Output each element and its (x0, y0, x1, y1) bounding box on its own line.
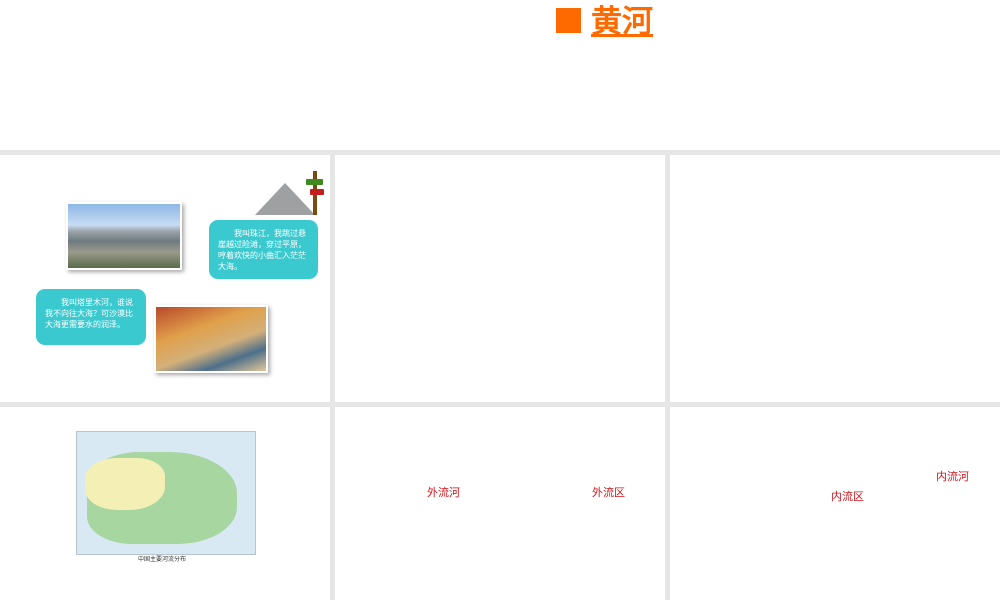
road-icon (255, 183, 315, 215)
slide-thumbnail-5[interactable]: 外流河 外流区 (335, 407, 665, 600)
pearl-river-photo (66, 202, 182, 270)
inland-river-label: 内流河 (936, 470, 969, 483)
slide-thumbnail-6[interactable]: 内流河 内流区 (670, 407, 1000, 600)
china-river-map (76, 431, 256, 555)
square-bullet-icon (556, 8, 581, 33)
map-inland-region (85, 458, 165, 510)
pearl-river-bubble: 我叫珠江，我跳过悬崖越过险滩，穿过平原，哼着欢快的小曲汇入茫茫大海。 (209, 220, 318, 279)
slide-thumbnail-1[interactable]: 我叫珠江，我跳过悬崖越过险滩，穿过平原，哼着欢快的小曲汇入茫茫大海。 我叫塔里木… (0, 155, 330, 402)
map-legend (80, 536, 120, 552)
outflow-area-label: 外流区 (592, 486, 625, 499)
tarim-river-photo (154, 305, 268, 373)
section-title[interactable]: 黄河 (556, 0, 653, 41)
signpost-arrow-left-icon (310, 189, 324, 195)
tarim-river-bubble: 我叫塔里木河，谁说我不向往大海？可沙漠比大海更需要水的润泽。 (36, 289, 146, 345)
slide-thumbnail-2[interactable] (335, 155, 665, 402)
signpost-arrow-right-icon (306, 179, 323, 185)
slide-thumbnail-4[interactable]: 中国主要河流分布 (0, 407, 330, 600)
title-area: 黄河 (0, 0, 1000, 150)
section-title-text: 黄河 (591, 4, 653, 40)
inland-area-label: 内流区 (831, 490, 864, 503)
outflow-river-label: 外流河 (427, 486, 460, 499)
map-caption: 中国主要河流分布 (138, 556, 187, 563)
slide-thumbnail-3[interactable] (670, 155, 1000, 402)
